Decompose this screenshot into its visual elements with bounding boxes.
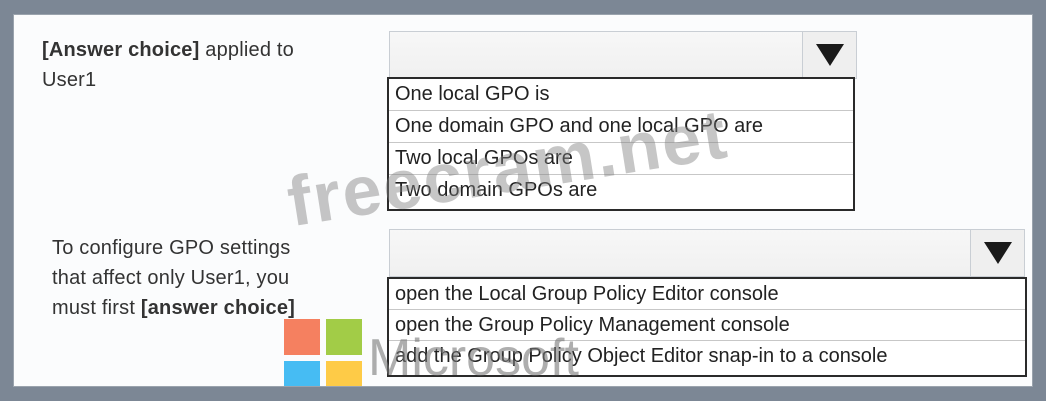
logo-red-square [284, 319, 320, 355]
question1-dropdown[interactable] [389, 31, 857, 79]
question2-option[interactable]: add the Group Policy Object Editor snap-… [389, 341, 1025, 372]
question1-option[interactable]: One domain GPO and one local GPO are [389, 111, 853, 143]
question2-prompt-line2: that affect only User1, you [52, 267, 290, 289]
question1-dropdown-button[interactable] [802, 32, 856, 78]
question1-answer-choice-label: [Answer choice] [42, 39, 200, 61]
question1-option[interactable]: One local GPO is [389, 79, 853, 111]
question1-options-list: One local GPO is One domain GPO and one … [387, 77, 855, 211]
microsoft-logo-icon [284, 319, 362, 386]
question1-prompt: [Answer choice] applied to User1 [42, 35, 294, 95]
dropdown-arrow-icon [816, 44, 844, 66]
logo-green-square [326, 319, 362, 355]
question2-dropdown[interactable] [389, 229, 1025, 277]
question2-prompt-line3: must first [52, 297, 141, 319]
question1-prompt-line2: User1 [42, 69, 97, 91]
logo-yellow-square [326, 361, 362, 386]
question1-option[interactable]: Two domain GPOs are [389, 175, 853, 207]
dropdown-arrow-icon [984, 242, 1012, 264]
question-panel: [Answer choice] applied to User1 One loc… [13, 14, 1033, 387]
question2-option[interactable]: open the Group Policy Management console [389, 310, 1025, 341]
question2-prompt-line1: To configure GPO settings [52, 237, 291, 259]
question2-answer-choice-label: [answer choice] [140, 297, 296, 319]
question2-options-list: open the Local Group Policy Editor conso… [387, 277, 1027, 377]
logo-blue-square [284, 361, 320, 386]
question2-prompt: To configure GPO settings that affect on… [52, 233, 295, 323]
question2-dropdown-button[interactable] [970, 230, 1024, 276]
question1-prompt-text: applied to [199, 39, 294, 61]
question2-option[interactable]: open the Local Group Policy Editor conso… [389, 279, 1025, 310]
question1-option[interactable]: Two local GPOs are [389, 143, 853, 175]
